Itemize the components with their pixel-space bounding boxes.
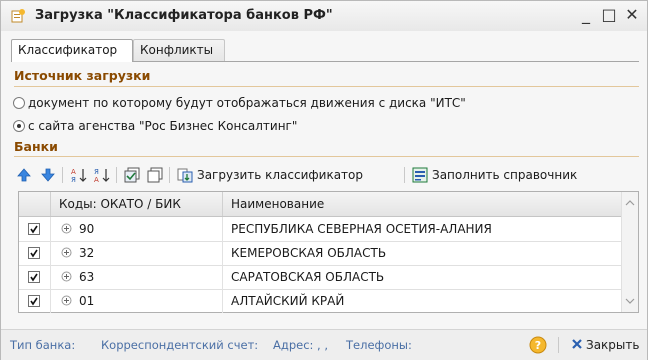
table-row[interactable]: 32 КЕМЕРОВСКАЯ ОБЛАСТЬ <box>19 241 622 266</box>
status-bar: Тип банка: Корреспондентский счет: Адрес… <box>1 329 647 360</box>
fill-directory-icon[interactable] <box>411 166 429 184</box>
table-header: Коды: ОКАТО / БИК Наименование <box>19 192 622 217</box>
row-checkbox[interactable] <box>28 271 40 283</box>
toolbar-separator <box>116 167 117 183</box>
expand-icon[interactable] <box>61 247 72 258</box>
tab-label: Классификатор <box>18 43 118 57</box>
source-option-rbc[interactable]: с сайта агенства "Рос Бизнес Консалтинг" <box>13 118 297 134</box>
table-scrollbar[interactable] <box>621 192 638 312</box>
bank-name-cell[interactable]: КЕМЕРОВСКАЯ ОБЛАСТЬ <box>223 241 622 265</box>
source-section-title: Источник загрузки <box>14 68 151 83</box>
banks-toolbar: A Я Я A Загрузить классификатор Заполнит… <box>15 163 639 187</box>
checkmark-icon <box>30 273 38 282</box>
code-cell[interactable]: 01 <box>51 289 223 313</box>
check-all-icon[interactable] <box>123 166 141 184</box>
arrow-down-icon[interactable] <box>39 166 57 184</box>
svg-text:Я: Я <box>71 176 76 184</box>
okato-code: 63 <box>79 270 95 284</box>
header-codes[interactable]: Коды: ОКАТО / БИК <box>51 192 223 216</box>
address-label: Адрес: , , <box>273 338 329 352</box>
radio-rbc[interactable] <box>13 120 25 132</box>
code-cell[interactable]: 63 <box>51 265 223 289</box>
svg-text:A: A <box>94 176 99 184</box>
source-option-its[interactable]: документ по которому будут отображаться … <box>13 95 466 111</box>
load-classifier-button[interactable]: Загрузить классификатор <box>197 168 363 182</box>
radio-its[interactable] <box>13 97 25 109</box>
help-icon[interactable]: ? <box>529 336 547 354</box>
svg-text:A: A <box>71 168 76 176</box>
toolbar-separator <box>404 167 405 183</box>
load-classifier-icon[interactable] <box>176 166 194 184</box>
radio-label-its: документ по которому будут отображаться … <box>28 96 466 110</box>
checkmark-icon <box>30 225 38 234</box>
check-cell[interactable] <box>19 289 51 313</box>
title-bar: Загрузка "Классификатора банков РФ" _ □ … <box>1 1 647 31</box>
checkmark-icon <box>30 249 38 258</box>
minimize-button[interactable]: _ <box>576 5 596 25</box>
sort-asc-icon[interactable]: A Я <box>70 166 88 184</box>
close-window-button[interactable]: ✕ <box>622 5 642 25</box>
arrow-up-icon[interactable] <box>15 166 33 184</box>
table-row[interactable]: 01 АЛТАЙСКИЙ КРАЙ <box>19 289 622 313</box>
app-icon <box>11 9 25 23</box>
svg-text:?: ? <box>535 339 541 352</box>
okato-code: 90 <box>79 222 95 236</box>
svg-text:Я: Я <box>94 168 99 176</box>
header-check-column <box>19 192 51 216</box>
toolbar-separator <box>62 167 63 183</box>
expand-icon[interactable] <box>61 271 72 282</box>
code-cell[interactable]: 32 <box>51 241 223 265</box>
main-window: Загрузка "Классификатора банков РФ" _ □ … <box>0 0 648 360</box>
check-cell[interactable] <box>19 265 51 289</box>
row-checkbox[interactable] <box>28 223 40 235</box>
row-checkbox[interactable] <box>28 247 40 259</box>
bank-name-cell[interactable]: РЕСПУБЛИКА СЕВЕРНАЯ ОСЕТИЯ-АЛАНИЯ <box>223 217 622 241</box>
okato-code: 32 <box>79 246 95 260</box>
phones-label: Телефоны: <box>346 338 412 352</box>
window-title: Загрузка "Классификатора банков РФ" <box>35 8 333 23</box>
close-button[interactable]: Закрыть <box>586 338 639 352</box>
scroll-up-icon[interactable] <box>625 198 635 208</box>
checkmark-icon <box>30 297 38 306</box>
row-checkbox[interactable] <box>28 295 40 307</box>
status-separator <box>558 337 559 353</box>
section-divider <box>14 156 639 157</box>
radio-label-rbc: с сайта агенства "Рос Бизнес Консалтинг" <box>28 119 298 133</box>
bank-type-label: Тип банка: <box>10 338 76 352</box>
bank-name-cell[interactable]: САРАТОВСКАЯ ОБЛАСТЬ <box>223 265 622 289</box>
table-row[interactable]: 63 САРАТОВСКАЯ ОБЛАСТЬ <box>19 265 622 290</box>
okato-code: 01 <box>79 294 95 308</box>
check-cell[interactable] <box>19 241 51 265</box>
section-divider <box>14 86 639 87</box>
expand-icon[interactable] <box>61 295 72 306</box>
uncheck-all-icon[interactable] <box>146 166 164 184</box>
banks-table: Коды: ОКАТО / БИК Наименование 90 РЕСПУБ… <box>18 191 639 313</box>
scroll-down-icon[interactable] <box>625 296 635 306</box>
banks-section-title: Банки <box>14 139 58 154</box>
code-cell[interactable]: 90 <box>51 217 223 241</box>
table-row[interactable]: 90 РЕСПУБЛИКА СЕВЕРНАЯ ОСЕТИЯ-АЛАНИЯ <box>19 217 622 242</box>
tab-conflicts[interactable]: Конфликты <box>133 39 225 61</box>
sort-desc-icon[interactable]: Я A <box>93 166 111 184</box>
header-name[interactable]: Наименование <box>223 192 622 216</box>
corr-account-label: Корреспондентский счет: <box>101 338 259 352</box>
tab-label: Конфликты <box>140 43 214 57</box>
bank-name-cell[interactable]: АЛТАЙСКИЙ КРАЙ <box>223 289 622 313</box>
expand-icon[interactable] <box>61 223 72 234</box>
close-icon[interactable] <box>571 338 583 350</box>
tab-classifier[interactable]: Классификатор <box>11 39 133 62</box>
toolbar-separator <box>169 167 170 183</box>
check-cell[interactable] <box>19 217 51 241</box>
fill-directory-button[interactable]: Заполнить справочник <box>432 168 577 182</box>
maximize-button[interactable]: □ <box>599 5 619 25</box>
